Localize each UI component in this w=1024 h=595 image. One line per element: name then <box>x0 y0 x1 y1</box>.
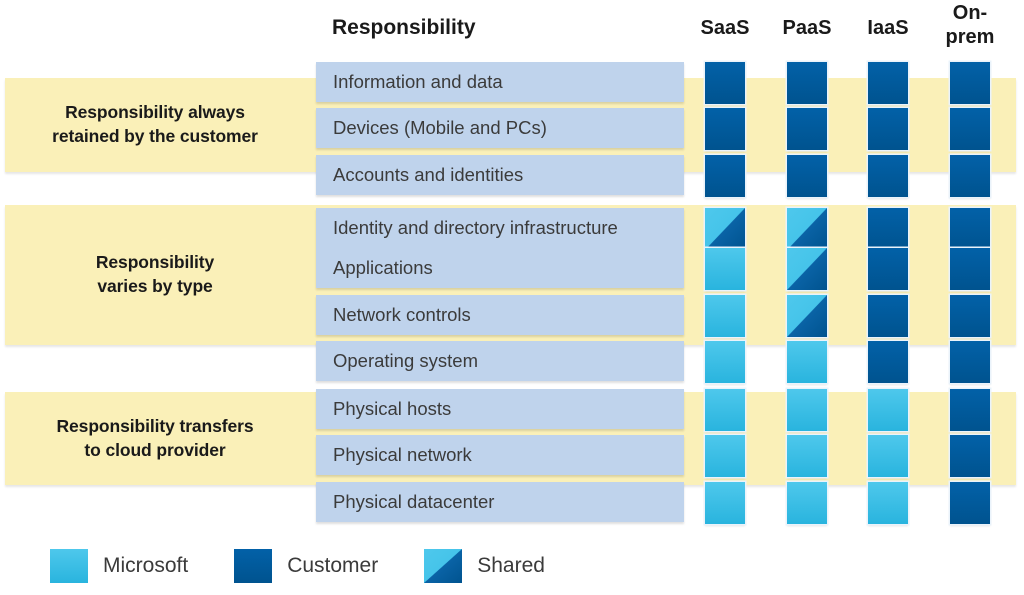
matrix-cell-microsoft <box>705 248 745 290</box>
matrix-cell-microsoft <box>705 341 745 383</box>
legend-label: Shared <box>477 554 545 577</box>
matrix-cell-microsoft <box>705 295 745 337</box>
matrix-cell-shared <box>705 208 745 250</box>
legend: Microsoft Customer Shared <box>50 549 591 583</box>
matrix-cell-shared <box>787 248 827 290</box>
legend-item-customer: Customer <box>234 549 378 583</box>
group-label-line: Responsibility <box>95 252 215 273</box>
matrix-cell-customer <box>787 108 827 150</box>
legend-swatch-shared-icon <box>424 549 463 583</box>
group-label-line: to cloud provider <box>84 439 226 460</box>
row-label: Identity and directory infrastructure <box>333 217 618 238</box>
legend-label: Microsoft <box>103 554 189 577</box>
matrix-cell-microsoft <box>705 482 745 524</box>
row-label: Physical datacenter <box>333 491 495 512</box>
group-label-always-customer: Responsibility always retained by the cus… <box>5 78 305 172</box>
group-label-line: Responsibility always <box>65 102 245 123</box>
row-label-box: Network controls <box>316 295 684 335</box>
group-label-varies-by-type: Responsibility varies by type <box>5 205 305 345</box>
matrix-cell-customer <box>787 62 827 104</box>
matrix-cell-customer <box>868 155 908 197</box>
row-label-box: Applications <box>316 248 684 288</box>
page-title: Responsibility <box>332 16 476 39</box>
matrix-cell-customer <box>950 295 990 337</box>
matrix-cell-microsoft <box>705 389 745 431</box>
row-label: Information and data <box>333 71 503 92</box>
legend-swatch-microsoft-icon <box>50 549 88 583</box>
matrix-cell-customer <box>950 62 990 104</box>
matrix-cell-microsoft <box>868 482 908 524</box>
matrix-cell-microsoft <box>868 435 908 477</box>
matrix-cell-customer <box>950 482 990 524</box>
matrix-cell-microsoft <box>787 341 827 383</box>
matrix-cell-customer <box>705 62 745 104</box>
group-label-line: Responsibility transfers <box>56 415 254 436</box>
row-label-box: Physical datacenter <box>316 482 684 522</box>
column-header-line: PaaS <box>782 17 832 39</box>
column-header-iaas: IaaS <box>852 17 924 41</box>
matrix-cell-customer <box>868 341 908 383</box>
matrix-cell-customer <box>950 248 990 290</box>
matrix-cell-microsoft <box>868 389 908 431</box>
matrix-cell-shared <box>787 208 827 250</box>
row-label-box: Information and data <box>316 62 684 102</box>
group-label-transfers-to-provider: Responsibility transfers to cloud provide… <box>5 392 305 485</box>
column-header-line: IaaS <box>867 17 909 39</box>
row-label-box: Physical network <box>316 435 684 475</box>
column-header-paas: PaaS <box>771 17 843 41</box>
row-label: Devices (Mobile and PCs) <box>333 117 547 138</box>
matrix-cell-customer <box>705 108 745 150</box>
column-header-saas: SaaS <box>689 17 761 41</box>
row-label: Accounts and identities <box>333 164 524 185</box>
legend-item-shared: Shared <box>424 549 545 583</box>
group-label-line: varies by type <box>97 276 213 296</box>
row-label-box: Identity and directory infrastructure <box>316 208 684 248</box>
matrix-cell-customer <box>950 389 990 431</box>
row-label-box: Accounts and identities <box>316 155 684 195</box>
legend-swatch-customer-icon <box>234 549 273 583</box>
matrix-cell-customer <box>950 435 990 477</box>
matrix-cell-customer <box>787 155 827 197</box>
column-header-line: prem <box>945 25 995 48</box>
matrix-cell-customer <box>868 295 908 337</box>
legend-label: Customer <box>287 554 379 577</box>
column-header-onprem: On-prem <box>934 2 1006 49</box>
row-label-box: Physical hosts <box>316 389 684 429</box>
legend-item-microsoft: Microsoft <box>50 549 188 583</box>
row-label: Applications <box>333 257 433 278</box>
matrix-cell-customer <box>868 108 908 150</box>
matrix-cell-microsoft <box>787 435 827 477</box>
row-label-box: Devices (Mobile and PCs) <box>316 108 684 148</box>
column-header-line: On- <box>952 2 988 24</box>
row-label: Physical network <box>333 444 472 465</box>
row-label-box: Operating system <box>316 341 684 381</box>
matrix-cell-customer <box>950 108 990 150</box>
matrix-cell-shared <box>787 295 827 337</box>
row-label: Network controls <box>333 304 471 325</box>
matrix-cell-customer <box>868 248 908 290</box>
matrix-cell-customer <box>705 155 745 197</box>
matrix-cell-microsoft <box>787 482 827 524</box>
matrix-cell-customer <box>868 208 908 250</box>
matrix-cell-customer <box>950 208 990 250</box>
matrix-cell-customer <box>868 62 908 104</box>
matrix-cell-microsoft <box>705 435 745 477</box>
group-label-line: retained by the customer <box>52 126 258 146</box>
row-label: Operating system <box>333 350 478 371</box>
matrix-cell-customer <box>950 341 990 383</box>
matrix-cell-microsoft <box>787 389 827 431</box>
column-header-line: SaaS <box>700 17 750 39</box>
matrix-cell-customer <box>950 155 990 197</box>
row-label: Physical hosts <box>333 398 452 419</box>
